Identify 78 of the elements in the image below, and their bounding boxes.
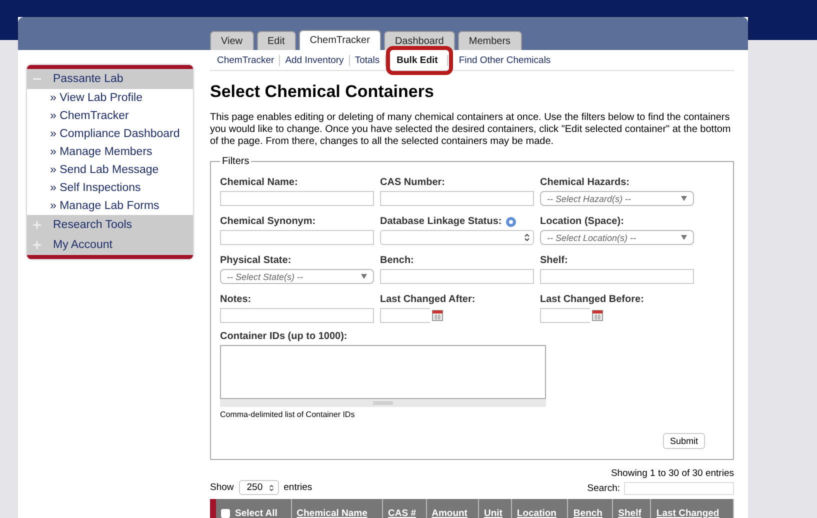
field-label: Physical State: [220, 255, 292, 266]
search-field[interactable] [624, 482, 734, 495]
subnav-link[interactable]: Totals [350, 55, 386, 66]
filters-legend: Filters [220, 156, 252, 167]
column-header[interactable]: Unit [478, 499, 512, 518]
highlight-frame [386, 46, 453, 75]
caret-icon [681, 235, 687, 240]
nav-tab[interactable]: Edit [256, 31, 296, 50]
help-icon[interactable] [506, 216, 516, 226]
page-title: Select Chemical Containers [210, 82, 435, 102]
sidebar-link[interactable]: » Compliance Dashboard [27, 125, 193, 143]
column-header[interactable]: Shelf [612, 499, 651, 518]
container-ids-field[interactable] [220, 345, 546, 399]
field-label: Database Linkage Status: [380, 216, 502, 227]
nav-tab[interactable]: View [210, 31, 254, 50]
text-field[interactable] [220, 191, 374, 206]
search-label: Search: [587, 483, 620, 494]
subnav-link[interactable]: Find Other Chemicals [454, 55, 556, 66]
plus-icon [33, 221, 41, 229]
entries-info: Showing 1 to 30 of 30 entries [610, 468, 734, 479]
select-field[interactable] [380, 230, 534, 245]
subnav-link[interactable]: ChemTracker [212, 55, 280, 66]
field-label: Last Changed Before: [540, 294, 644, 305]
sidebar-link[interactable]: » Self Inspections [27, 179, 193, 197]
plus-icon [33, 241, 41, 249]
field-label: Chemical Hazards: [540, 177, 630, 188]
select-all-header[interactable]: Select All [213, 499, 292, 518]
date-field[interactable] [540, 308, 590, 323]
subnav-link[interactable]: Bulk Edit [392, 55, 443, 66]
calendar-icon[interactable] [432, 310, 443, 321]
field-label: Chemical Name: [220, 177, 298, 188]
field-label: CAS Number: [380, 177, 446, 188]
select-field[interactable]: -- Select Location(s) -- [540, 230, 694, 245]
sidebar-section[interactable]: My Account [27, 235, 193, 255]
text-field[interactable] [380, 269, 534, 284]
date-field[interactable] [380, 308, 430, 323]
text-field[interactable] [220, 308, 374, 323]
select-field[interactable]: -- Select State(s) -- [220, 269, 374, 284]
field-label: Location (Space): [540, 216, 624, 227]
sidebar-section[interactable]: Research Tools [27, 215, 193, 235]
submit-button[interactable]: Submit [662, 433, 705, 449]
stepper-icon [524, 233, 530, 242]
nav-tab[interactable]: ChemTracker [298, 30, 381, 50]
page-size-select[interactable]: 250 [238, 480, 279, 495]
column-header[interactable]: CAS # [382, 499, 426, 518]
sidebar-link[interactable]: » ChemTracker [27, 107, 193, 125]
resize-handle[interactable] [220, 399, 546, 407]
field-label: Chemical Synonym: [220, 216, 316, 227]
caret-icon [681, 196, 687, 201]
text-field[interactable] [220, 230, 374, 245]
field-label: Last Changed After: [380, 294, 476, 305]
field-label: Notes: [220, 294, 252, 305]
sidebar-section[interactable]: Passante Lab [27, 69, 193, 89]
field-label: Shelf: [540, 255, 568, 266]
calendar-icon[interactable] [592, 310, 603, 321]
minus-icon [33, 78, 41, 80]
text-field[interactable] [540, 269, 694, 284]
sidebar-link[interactable]: » View Lab Profile [27, 89, 193, 107]
nav-tab[interactable]: Members [458, 31, 522, 50]
stepper-icon [268, 484, 274, 492]
sidebar-link[interactable]: » Manage Members [27, 143, 193, 161]
field-label: Bench: [380, 255, 414, 266]
column-header[interactable]: Location [511, 499, 568, 518]
sidebar-link[interactable]: » Send Lab Message [27, 161, 193, 179]
sidebar-link[interactable]: » Manage Lab Forms [27, 197, 193, 215]
field-hint: Comma-delimited list of Container IDs [220, 410, 356, 419]
text-field[interactable] [380, 191, 534, 206]
column-header[interactable]: Chemical Name [291, 499, 383, 518]
select-field[interactable]: -- Select Hazard(s) -- [540, 191, 694, 206]
column-header[interactable]: Bench [568, 499, 613, 518]
entries-label: entries [284, 482, 312, 493]
subnav-link[interactable]: Add Inventory [280, 55, 350, 66]
column-header[interactable]: Last Changed [650, 499, 734, 518]
intro-text: This page enables editing or deleting of many chemical containers at once. Use the filters below to find the containers you would like to change. Once you have selected the desired containers, click "Edit selected container" at the bottom of the page. From there, changes to all the selected containers may be made. [210, 112, 732, 148]
column-header[interactable]: Amount [426, 499, 478, 518]
show-label: Show [210, 482, 234, 493]
caret-icon [361, 274, 367, 279]
field-label: Container IDs (up to 1000): [220, 331, 348, 342]
